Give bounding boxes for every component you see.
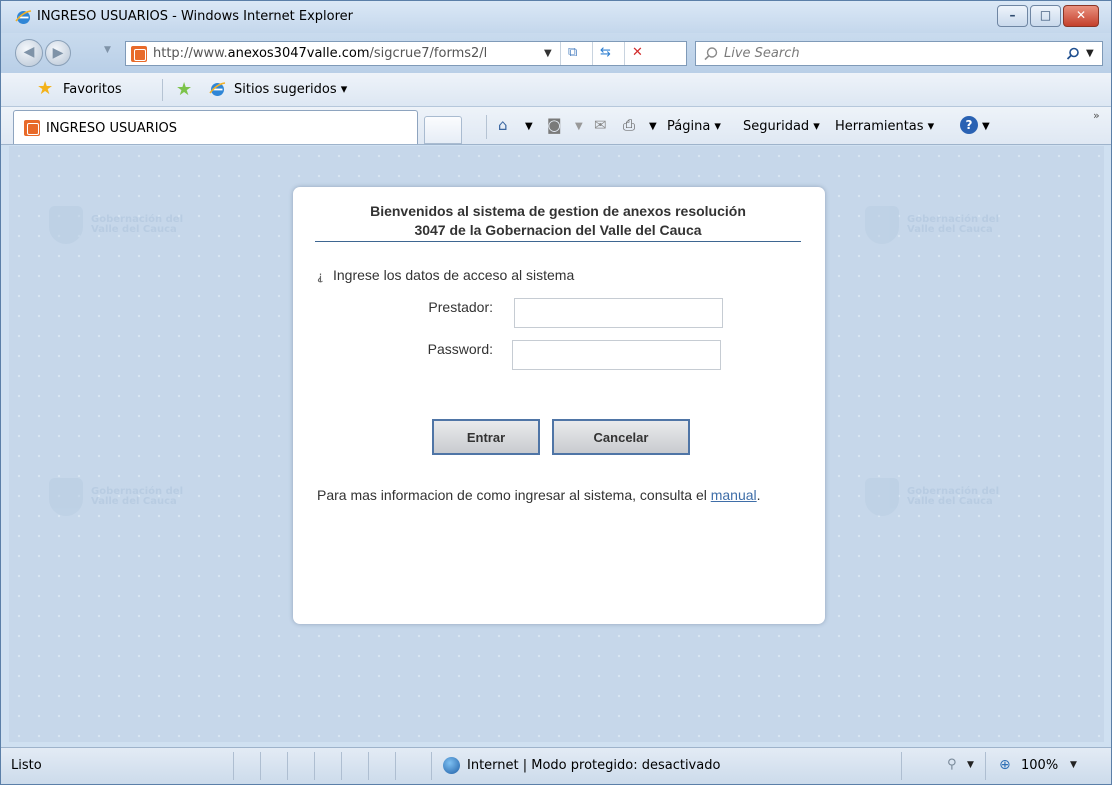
key-icon: ⸘: [317, 269, 324, 283]
add-to-favorites-icon[interactable]: ★: [176, 79, 192, 100]
status-bar: Listo Internet | Modo protegido: desacti…: [1, 747, 1111, 784]
search-placeholder: Live Search: [724, 46, 800, 61]
feeds-icon[interactable]: ◙: [547, 116, 562, 134]
favorites-bar: ★ Favoritos ★ Sitios sugeridos ▾: [1, 73, 1111, 107]
cancelar-button[interactable]: Cancelar: [552, 419, 690, 455]
new-tab-button[interactable]: [424, 116, 462, 144]
suggested-sites-button[interactable]: Sitios sugeridos ▾: [234, 82, 347, 97]
prestador-label: Prestador:: [428, 299, 493, 315]
watermark-shield-icon: [49, 478, 83, 516]
watermark-shield-icon: [865, 478, 899, 516]
tab-bar: INGRESO USUARIOS ⌂ ▼ ◙ ▼ ✉ ⎙ ▼ Página ▾ …: [1, 107, 1111, 145]
search-options-icon[interactable]: ▼: [1086, 48, 1094, 59]
toolbar-overflow-icon[interactable]: »: [1093, 109, 1100, 122]
feeds-dropdown-icon[interactable]: ▼: [575, 121, 583, 132]
address-dropdown-icon[interactable]: ▼: [544, 48, 552, 59]
forward-arrow-icon: ▶: [52, 45, 64, 61]
live-search-icon: [704, 47, 718, 61]
back-button[interactable]: ◀: [15, 39, 43, 67]
login-panel: Bienvenidos al sistema de gestion de ane…: [293, 187, 825, 624]
zoom-dropdown-icon[interactable]: ▼: [1070, 760, 1077, 770]
address-bar[interactable]: http://www.anexos3047valle.com/sigcrue7/…: [125, 41, 687, 66]
favorites-star-icon: ★: [37, 78, 54, 99]
maximize-button[interactable]: □: [1030, 5, 1061, 27]
back-arrow-icon: ◀: [23, 44, 35, 60]
compatibility-view-icon[interactable]: ⧉: [568, 45, 577, 60]
minimize-icon: –: [1009, 8, 1016, 22]
home-icon[interactable]: ⌂: [498, 116, 508, 134]
watermark-shield-icon: [865, 206, 899, 244]
close-button[interactable]: ✕: [1063, 5, 1099, 27]
navigation-bar: ◀ ▶ ▼ http://www.anexos3047valle.com/sig…: [1, 33, 1111, 73]
tab-favicon-icon: [24, 120, 40, 136]
password-label: Password:: [427, 341, 493, 357]
read-mail-icon[interactable]: ✉: [594, 116, 607, 134]
search-icon[interactable]: [1066, 47, 1080, 61]
tab-ingreso-usuarios[interactable]: INGRESO USUARIOS: [13, 110, 418, 144]
maximize-icon: □: [1039, 8, 1052, 22]
help-icon[interactable]: ?: [960, 116, 978, 134]
title-bar: INGRESO USUARIOS - Windows Internet Expl…: [1, 1, 1111, 33]
prestador-input[interactable]: [514, 298, 723, 328]
browser-window: INGRESO USUARIOS - Windows Internet Expl…: [0, 0, 1112, 785]
minimize-button[interactable]: –: [997, 5, 1028, 27]
zoom-level[interactable]: 100%: [1021, 758, 1058, 773]
page-content: Gobernación del Valle del Cauca Gobernaci…: [9, 146, 1104, 742]
security-zone-text[interactable]: Internet | Modo protegido: desactivado: [467, 758, 720, 773]
zoom-icon[interactable]: ⊕: [999, 757, 1011, 773]
tools-menu[interactable]: Herramientas ▾: [835, 119, 934, 134]
site-favicon-icon: [131, 46, 147, 62]
security-menu[interactable]: Seguridad ▾: [743, 119, 820, 134]
page-menu[interactable]: Página ▾: [667, 119, 721, 134]
password-input[interactable]: [512, 340, 721, 370]
internet-zone-icon: [443, 757, 460, 774]
watermark-logo: Gobernación del Valle del Cauca: [865, 478, 1015, 518]
watermark-logo: Gobernación del Valle del Cauca: [49, 206, 199, 246]
stop-icon[interactable]: ✕: [632, 45, 643, 60]
help-text: Para mas informacion de como ingresar al…: [317, 487, 761, 503]
favorites-button[interactable]: Favoritos: [63, 82, 122, 97]
help-dropdown-icon[interactable]: ▼: [982, 121, 990, 132]
watermark-logo: Gobernación del Valle del Cauca: [49, 478, 199, 518]
window-controls: – □ ✕: [995, 5, 1099, 27]
tab-label: INGRESO USUARIOS: [46, 121, 178, 136]
forward-button[interactable]: ▶: [45, 40, 71, 66]
search-box[interactable]: Live Search ▼: [695, 41, 1103, 66]
history-dropdown-icon[interactable]: ▼: [104, 45, 111, 55]
print-icon[interactable]: ⎙: [623, 116, 635, 134]
entrar-button[interactable]: Entrar: [432, 419, 540, 455]
watermark-logo: Gobernación del Valle del Cauca: [865, 206, 1015, 246]
protected-mode-dropdown-icon[interactable]: ▼: [967, 760, 974, 770]
home-dropdown-icon[interactable]: ▼: [525, 121, 533, 132]
manual-link[interactable]: manual: [711, 487, 757, 503]
status-text: Listo: [11, 758, 42, 773]
internet-explorer-icon: [15, 10, 32, 24]
close-icon: ✕: [1075, 8, 1087, 22]
login-instructions: ⸘ Ingrese los datos de acceso al sistema: [317, 267, 575, 283]
header-divider: [315, 241, 801, 242]
address-url[interactable]: http://www.anexos3047valle.com/sigcrue7/…: [153, 46, 553, 61]
window-title: INGRESO USUARIOS - Windows Internet Expl…: [37, 9, 354, 24]
watermark-shield-icon: [49, 206, 83, 244]
suggested-sites-ie-icon: [209, 82, 226, 96]
protected-mode-icon[interactable]: ⚲: [947, 757, 957, 772]
print-dropdown-icon[interactable]: ▼: [649, 121, 657, 132]
refresh-icon[interactable]: ⇆: [600, 45, 611, 60]
login-header: Bienvenidos al sistema de gestion de ane…: [370, 203, 746, 238]
